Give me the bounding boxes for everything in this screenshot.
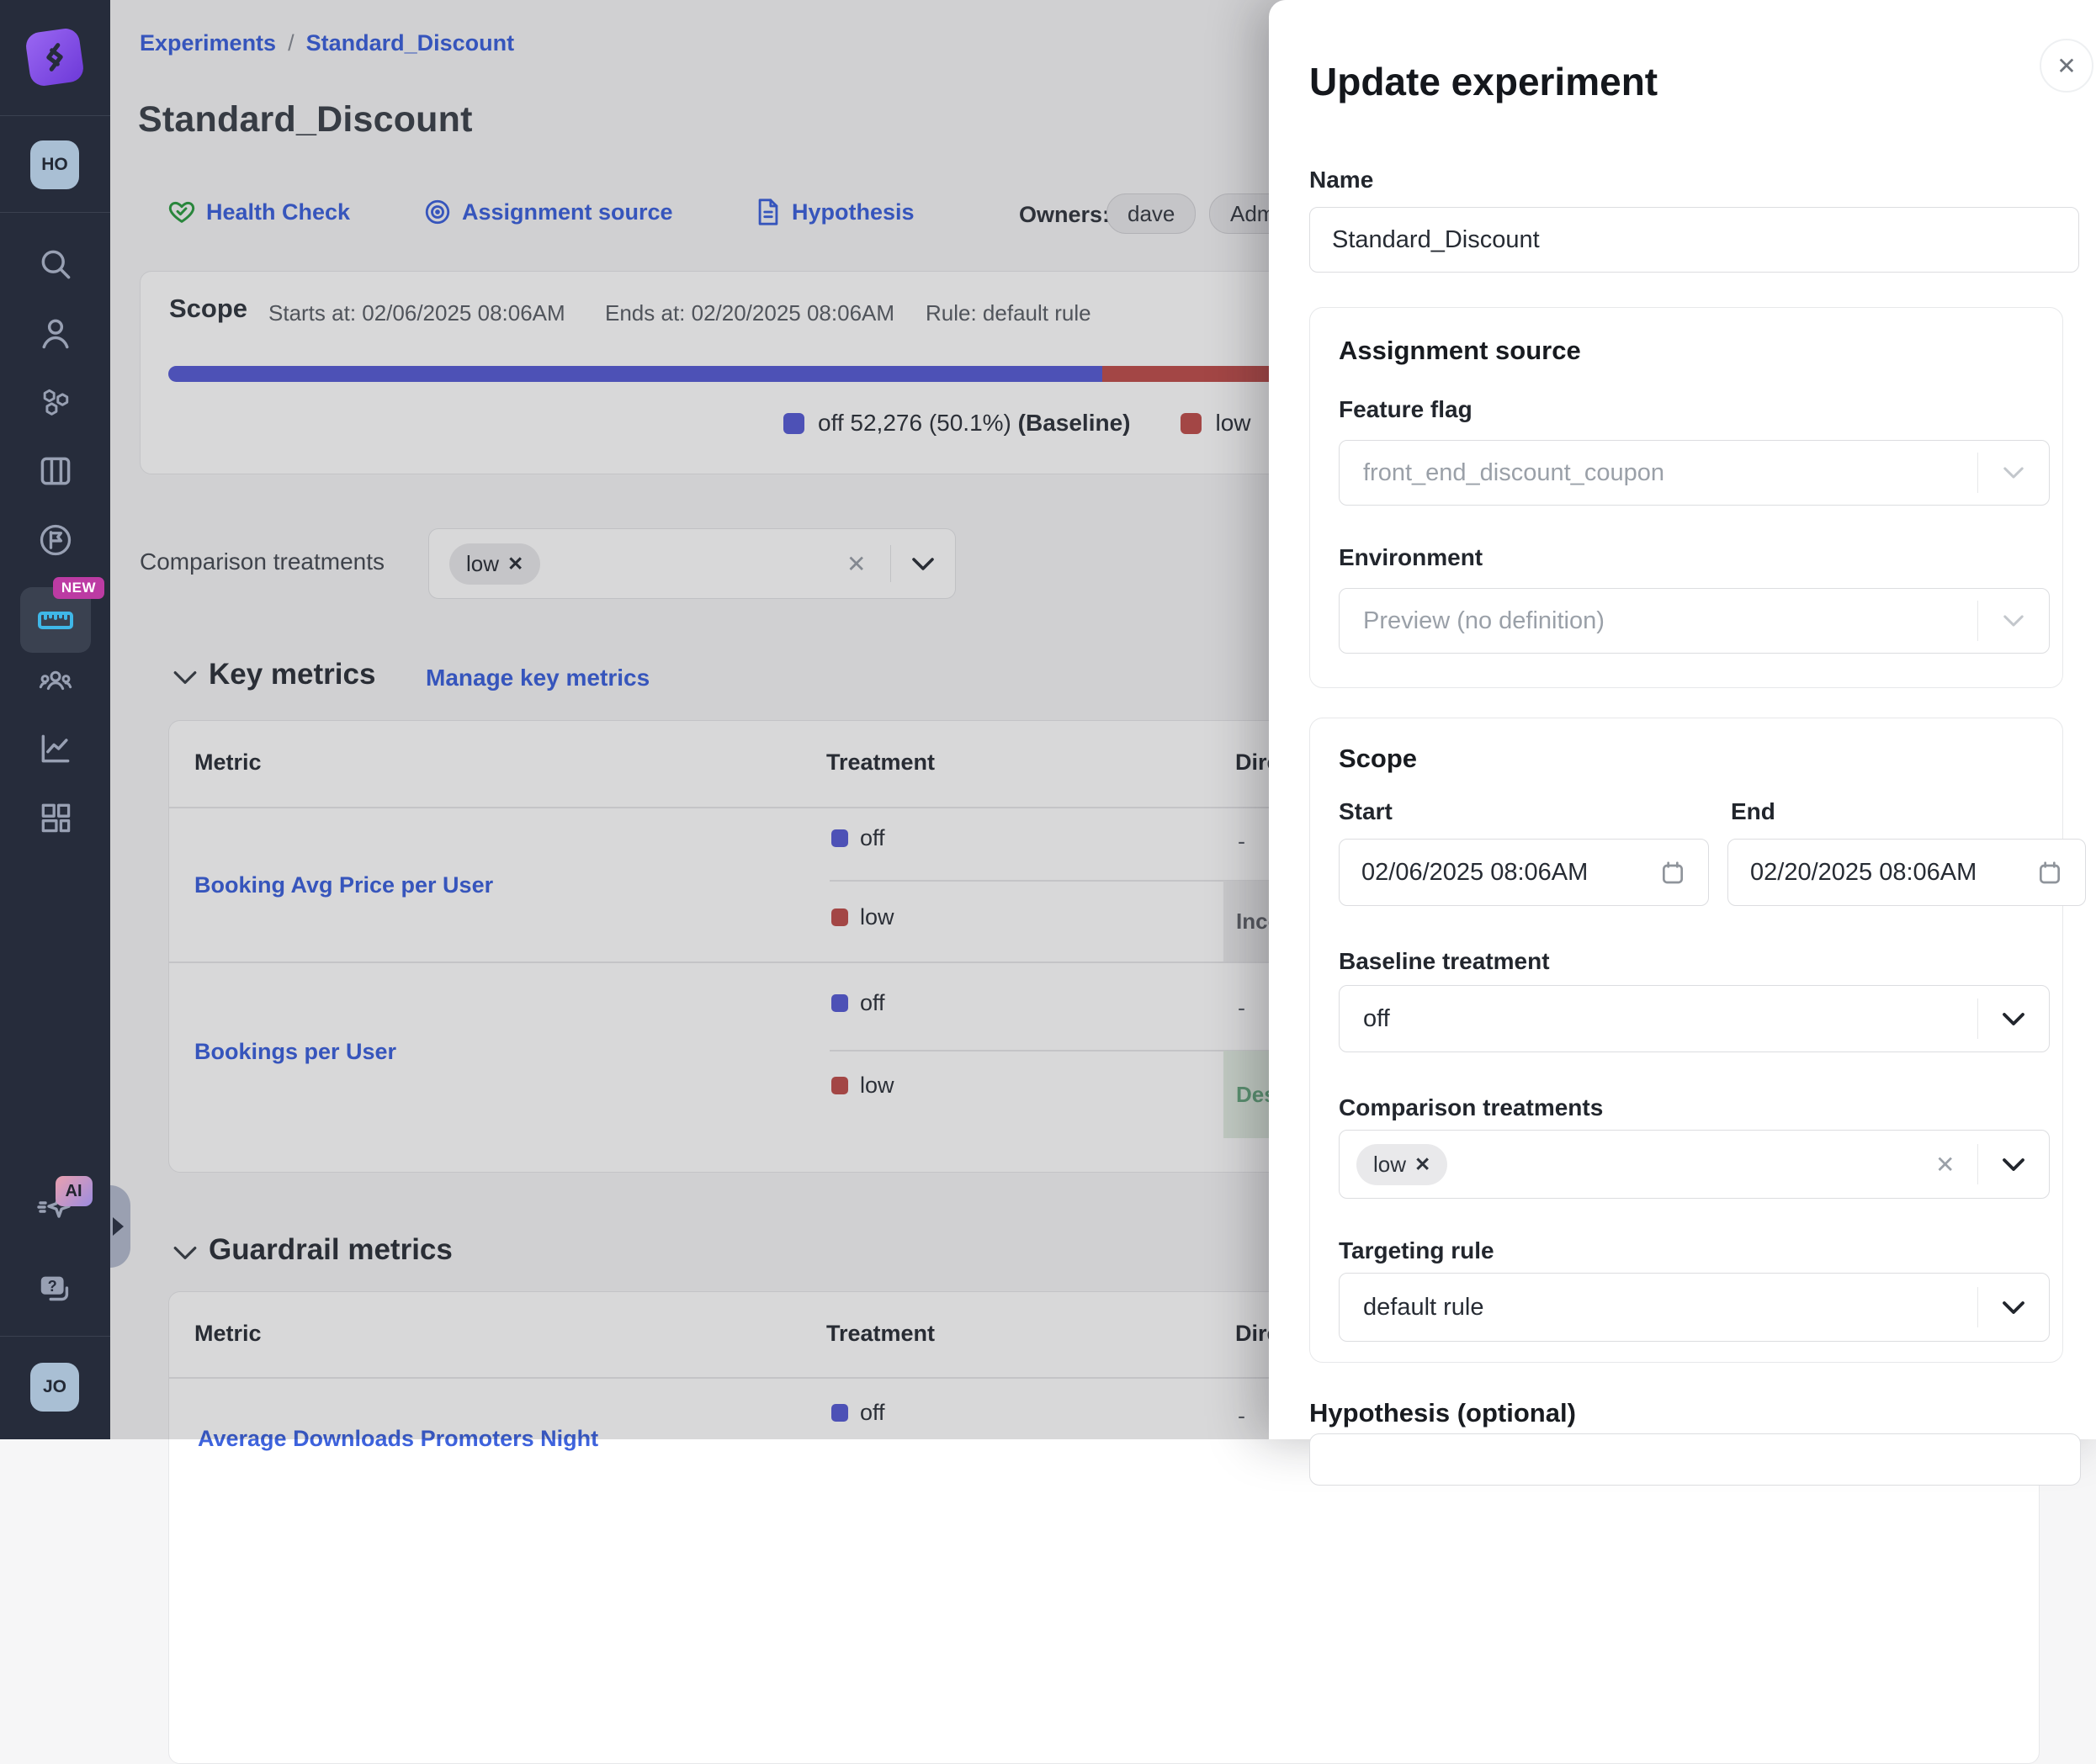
end-date-input[interactable]: 02/20/2025 08:06AM <box>1727 839 2086 906</box>
ai-assistant-icon[interactable]: AI <box>0 1188 110 1228</box>
new-badge: NEW <box>53 577 104 599</box>
chevron-down-icon <box>1978 614 2049 628</box>
ai-badge: AI <box>56 1176 93 1206</box>
sidebar-expand-handle[interactable] <box>110 1185 130 1268</box>
name-value: Standard_Discount <box>1332 226 1540 254</box>
dashboards-icon[interactable] <box>0 799 110 836</box>
treatment-chip-low[interactable]: low ✕ <box>1356 1144 1447 1185</box>
start-date-value: 02/06/2025 08:06AM <box>1361 859 1659 887</box>
user-initials: JO <box>43 1377 66 1397</box>
scope-card: Scope Start End 02/06/2025 08:06AM 02/20… <box>1309 718 2063 1363</box>
targeting-rule-value: default rule <box>1340 1294 1977 1322</box>
sidebar: HO NEW <box>0 0 110 1439</box>
statsig-logo[interactable] <box>24 27 85 87</box>
feature-flag-select: front_end_discount_coupon <box>1339 440 2050 506</box>
drawer-title: Update experiment <box>1309 59 1658 104</box>
environment-select: Preview (no definition) <box>1339 588 2050 654</box>
baseline-treatment-label: Baseline treatment <box>1339 948 1550 975</box>
columns-icon[interactable] <box>0 453 110 490</box>
comparison-treatments-label: Comparison treatments <box>1339 1094 1603 1121</box>
start-date-input[interactable]: 02/06/2025 08:06AM <box>1339 839 1709 906</box>
ruler-experiments-icon <box>35 600 76 640</box>
targeting-rule-label: Targeting rule <box>1339 1237 1494 1264</box>
environment-label: Environment <box>1339 544 1483 571</box>
calendar-icon[interactable] <box>2036 858 2063 887</box>
analytics-chart-icon[interactable] <box>0 730 110 767</box>
scope-heading: Scope <box>1339 744 1417 774</box>
feature-flag-label: Feature flag <box>1339 396 1473 423</box>
end-label: End <box>1731 798 1775 825</box>
start-label: Start <box>1339 798 1393 825</box>
chevron-down-icon[interactable] <box>1978 1157 2049 1172</box>
feature-flag-value: front_end_discount_coupon <box>1340 459 1977 487</box>
experiments-nav-active[interactable]: NEW <box>20 587 91 653</box>
baseline-treatment-select[interactable]: off <box>1339 985 2050 1052</box>
chevron-down-icon[interactable] <box>1978 1300 2049 1315</box>
clear-selection-icon[interactable]: ✕ <box>1935 1151 1955 1179</box>
assignment-source-card: Assignment source Feature flag front_end… <box>1309 307 2063 688</box>
hypothesis-textarea[interactable] <box>1309 1433 2081 1486</box>
search-icon[interactable] <box>0 246 110 283</box>
workspace-initials: HO <box>41 155 68 175</box>
workspace-avatar[interactable]: HO <box>30 140 79 189</box>
baseline-treatment-value: off <box>1340 1005 1977 1033</box>
feature-flag-icon[interactable] <box>0 522 110 559</box>
audiences-people-icon[interactable] <box>0 661 110 700</box>
name-label: Name <box>1309 167 1373 193</box>
close-icon: ✕ <box>2056 52 2076 80</box>
environment-value: Preview (no definition) <box>1340 607 1977 635</box>
chevron-down-icon[interactable] <box>1978 1012 2049 1026</box>
svg-text:?: ? <box>47 1278 56 1295</box>
name-input[interactable]: Standard_Discount <box>1309 207 2079 273</box>
help-chat-icon[interactable]: ? <box>0 1270 110 1309</box>
user-avatar[interactable]: JO <box>30 1363 79 1412</box>
chevron-down-icon <box>1978 466 2049 479</box>
close-drawer-button[interactable]: ✕ <box>2040 39 2093 93</box>
assignment-source-heading: Assignment source <box>1339 336 1581 366</box>
targeting-rule-select[interactable]: default rule <box>1339 1273 2050 1342</box>
hypothesis-heading: Hypothesis (optional) <box>1309 1398 1576 1428</box>
chevron-right-icon <box>113 1217 124 1236</box>
chip-remove-icon[interactable]: ✕ <box>1414 1153 1430 1176</box>
users-icon[interactable] <box>0 315 110 352</box>
update-experiment-drawer: Update experiment Name Standard_Discount… <box>1269 0 2096 1439</box>
comparison-treatments-select[interactable]: low ✕ ✕ <box>1339 1130 2050 1199</box>
segments-hexagons-icon[interactable] <box>0 384 110 421</box>
chip-label: low <box>1373 1152 1406 1178</box>
end-date-value: 02/20/2025 08:06AM <box>1750 859 2036 887</box>
calendar-icon[interactable] <box>1659 858 1686 887</box>
